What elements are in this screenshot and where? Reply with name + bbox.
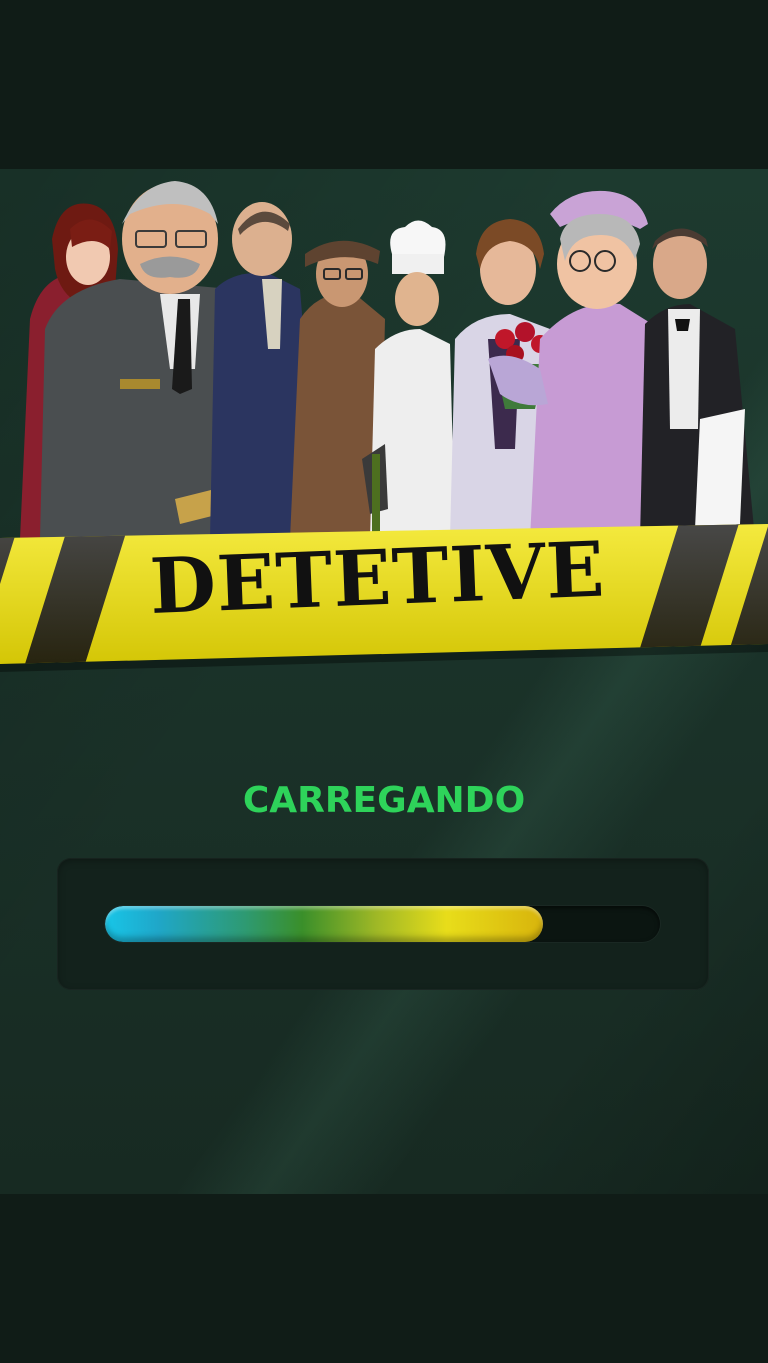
loading-label: CARREGANDO — [242, 780, 526, 821]
progress-container — [57, 858, 709, 990]
characters-illustration — [20, 181, 755, 539]
progress-fill — [105, 906, 543, 942]
progress-track — [105, 906, 660, 942]
loading-screen: DETETIVE CARREGANDO — [0, 0, 768, 1363]
character-butler — [640, 228, 755, 539]
character-chef — [362, 220, 455, 539]
